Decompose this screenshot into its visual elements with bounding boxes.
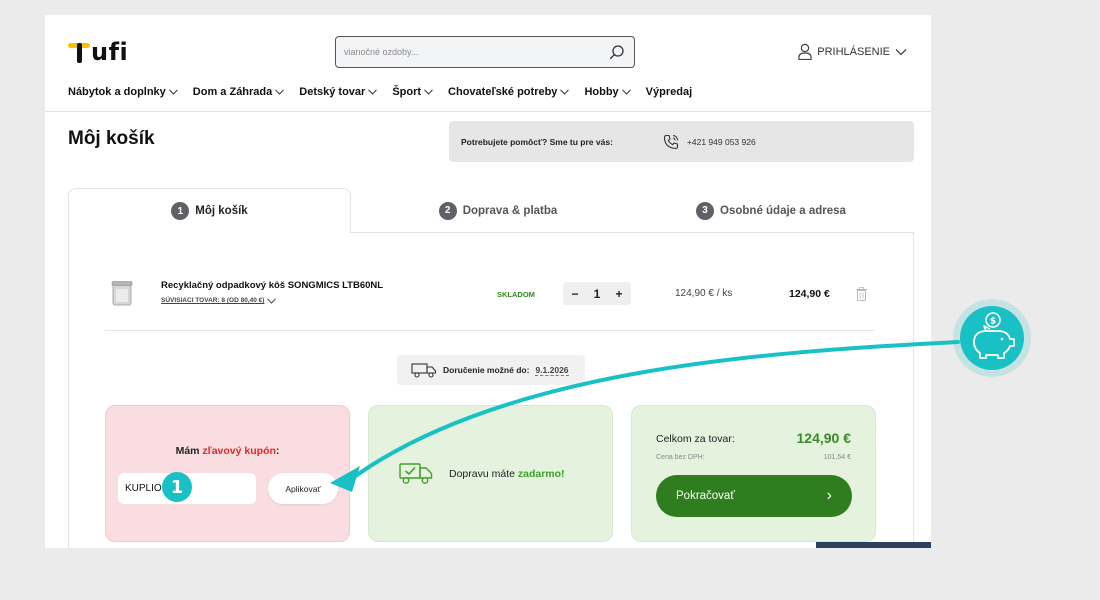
chevron-down-icon — [560, 89, 570, 95]
step-badge: 1 — [162, 472, 192, 502]
nav-item-sport[interactable]: Šport — [392, 86, 433, 98]
chevron-down-icon — [368, 89, 378, 95]
page-title: Môj košík — [68, 128, 155, 149]
chevron-down-icon — [267, 297, 277, 304]
login-label: PRIHLÁSENIE — [817, 45, 890, 58]
search-input[interactable] — [336, 37, 596, 67]
login-button[interactable]: PRIHLÁSENIE — [798, 43, 907, 60]
nav-item-hobby[interactable]: Hobby — [584, 86, 631, 98]
coupon-title-suffix: : — [275, 445, 280, 457]
nav-item-label: Šport — [392, 86, 422, 98]
nav-item-vypredaj[interactable]: Výpredaj — [646, 86, 692, 98]
line-total: 124,90 € — [789, 288, 830, 300]
step-label: Môj košík — [195, 205, 248, 217]
chevron-down-icon — [621, 89, 631, 95]
help-text: Potrebujete pomôcť? Sme tu pre vás: — [461, 136, 613, 147]
logo[interactable]: ufi — [68, 37, 128, 67]
logo-mark-icon — [68, 41, 90, 63]
quantity-value[interactable]: 1 — [594, 287, 601, 301]
unit-price: 124,90 € / ks — [675, 288, 733, 299]
coupon-title-accent: zľavový kupón — [202, 445, 276, 457]
total-label: Celkom za tovar: — [656, 433, 735, 445]
quantity-stepper: − 1 + — [563, 282, 631, 305]
product-name[interactable]: Recyklačný odpadkový kôš SONGMICS LTB60N… — [161, 280, 383, 291]
step-cart[interactable]: 1 Môj košík — [68, 188, 351, 233]
step-personal-details[interactable]: 3 Osobné údaje a adresa — [628, 188, 914, 233]
main-nav: Nábytok a doplnky Dom a Záhrada Detský t… — [68, 86, 692, 98]
search-box — [335, 36, 635, 68]
user-icon — [798, 43, 812, 60]
product-image[interactable] — [110, 280, 134, 306]
nav-item-nabytok[interactable]: Nábytok a doplnky — [68, 86, 178, 98]
chevron-down-icon — [424, 89, 433, 95]
help-box: Potrebujete pomôcť? Sme tu pre vás: +421… — [449, 121, 914, 162]
nav-item-detsky-tovar[interactable]: Detský tovar — [299, 86, 378, 98]
phone-icon — [663, 134, 678, 149]
chevron-down-icon — [275, 89, 285, 95]
free-shipping-text: Dopravu máte zadarmo! — [449, 468, 565, 480]
nav-item-label: Nábytok a doplnky — [68, 86, 166, 98]
step-number: 3 — [696, 201, 715, 220]
checkout-steps: 1 Môj košík 2 Doprava & platba 3 Osobné … — [68, 188, 914, 233]
nav-item-label: Dom a Záhrada — [192, 86, 273, 98]
piggy-bank-icon: $ — [953, 299, 1031, 377]
nav-item-chovatelske[interactable]: Chovateľské potreby — [448, 86, 570, 98]
order-summary-card: Celkom za tovar: 124,90 € Cena bez DPH: … — [631, 405, 876, 542]
quantity-decrease-button[interactable]: − — [569, 287, 581, 301]
quantity-increase-button[interactable]: + — [613, 287, 625, 301]
chevron-down-icon — [168, 89, 178, 95]
total-value: 124,90 € — [796, 430, 852, 446]
corner-bar — [816, 542, 931, 548]
delivery-truck-check-icon — [399, 463, 433, 484]
nav-item-label: Chovateľské potreby — [448, 86, 558, 98]
free-shipping-accent: zadarmo! — [517, 468, 565, 480]
nav-item-label: Hobby — [584, 86, 619, 98]
stock-status: SKLADOM — [497, 290, 535, 299]
related-products-toggle[interactable]: SÚVISIACI TOVAR: 8 (OD 80,40 €) — [161, 297, 277, 304]
row-divider — [105, 330, 875, 331]
logo-text: ufi — [91, 38, 129, 66]
apply-coupon-button[interactable]: Aplikovať — [268, 473, 338, 504]
truck-icon — [411, 363, 437, 378]
coupon-title-prefix: Mám — [175, 445, 203, 457]
step-shipping-payment[interactable]: 2 Doprava & platba — [368, 188, 628, 233]
nav-item-dom-zahrada[interactable]: Dom a Záhrada — [192, 86, 285, 98]
step-label: Osobné údaje a adresa — [720, 204, 846, 217]
nav-item-label: Výpredaj — [645, 86, 693, 98]
continue-label: Pokračovať — [676, 490, 735, 502]
trash-icon[interactable] — [856, 287, 867, 301]
coupon-card: Mám zľavový kupón: Aplikovať — [105, 405, 350, 542]
step-number: 1 — [171, 202, 190, 220]
step-number: 2 — [438, 201, 457, 220]
nav-item-label: Detský tovar — [299, 86, 366, 98]
net-price-value: 101,54 € — [823, 454, 851, 461]
nav-divider — [45, 111, 931, 112]
svg-text:$: $ — [990, 317, 996, 327]
delivery-date: 9.1.2026 — [535, 364, 569, 376]
free-shipping-prefix: Dopravu máte — [449, 468, 518, 480]
continue-button[interactable]: Pokračovať › — [656, 475, 852, 517]
tab-divider — [351, 232, 914, 233]
coupon-title: Mám zľavový kupón: — [106, 445, 349, 457]
chevron-right-icon: › — [826, 487, 832, 504]
delivery-label: Doručenie možné do: — [443, 365, 530, 375]
help-phone-link[interactable]: +421 949 053 926 — [687, 137, 756, 147]
page: ufi PRIHLÁSENIE Nábytok a doplnky Dom a … — [45, 15, 931, 548]
free-shipping-card: Dopravu máte zadarmo! — [368, 405, 613, 542]
delivery-estimate: Doručenie možné do: 9.1.2026 — [397, 355, 585, 385]
chevron-down-icon — [895, 48, 907, 55]
related-products-label: SÚVISIACI TOVAR: 8 (OD 80,40 €) — [161, 297, 265, 304]
search-icon[interactable] — [609, 44, 625, 60]
net-price-label: Cena bez DPH: — [656, 454, 705, 461]
step-label: Doprava & platba — [462, 204, 558, 217]
